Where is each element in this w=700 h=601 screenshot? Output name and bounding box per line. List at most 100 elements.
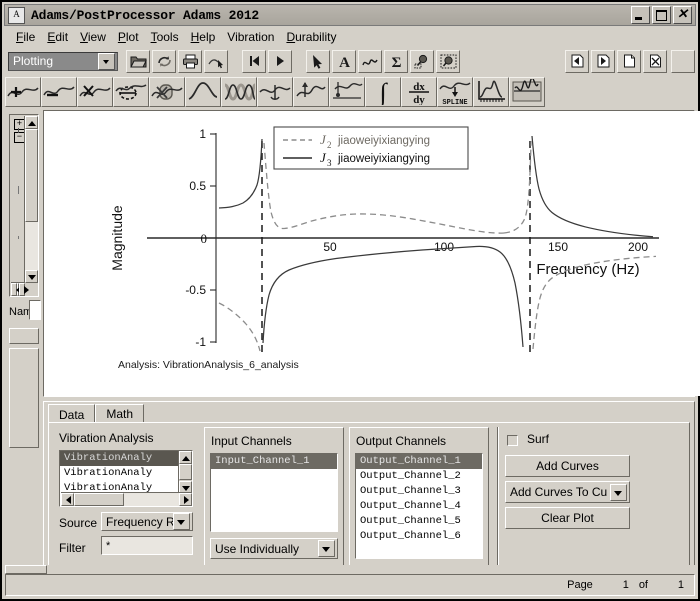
- minimize-button[interactable]: [631, 6, 650, 24]
- svg-text:dy: dy: [413, 94, 425, 105]
- va-horizontal-scrollbar[interactable]: [61, 492, 192, 506]
- filter-input[interactable]: *: [101, 536, 193, 555]
- legend-label-j2: jiaoweiyixiangying: [337, 135, 430, 147]
- curve-baseline-button[interactable]: [329, 77, 365, 107]
- spline-button[interactable]: SPLINE: [437, 77, 473, 107]
- list-item[interactable]: Output_Channel_1: [356, 454, 482, 469]
- list-item[interactable]: Input_Channel_1: [211, 454, 337, 469]
- chevron-down-icon[interactable]: [610, 483, 627, 501]
- input-channels-listbox[interactable]: Input_Channel_1: [210, 453, 338, 532]
- list-item[interactable]: Output_Channel_5: [356, 514, 482, 529]
- tree-vscroll-thumb[interactable]: [25, 129, 38, 222]
- maximize-button[interactable]: [652, 6, 671, 24]
- menu-tools[interactable]: Tools: [145, 28, 185, 46]
- source-dropdown-value: Frequency R: [106, 514, 173, 529]
- clear-plot-button[interactable]: Clear Plot: [505, 507, 630, 529]
- va-hscroll-thumb[interactable]: [74, 493, 124, 506]
- list-item[interactable]: Output_Channel_3: [356, 484, 482, 499]
- curve-anchor-button[interactable]: [257, 77, 293, 107]
- tab-math[interactable]: Math: [95, 404, 145, 422]
- scroll-right-icon[interactable]: [19, 283, 29, 296]
- fft-button[interactable]: [509, 77, 545, 107]
- derivative-button[interactable]: dx dy: [401, 77, 437, 107]
- scroll-up-icon[interactable]: [179, 451, 192, 464]
- list-item[interactable]: Output_Channel_6: [356, 529, 482, 544]
- curve-divide-button[interactable]: [113, 77, 149, 107]
- page-back-button[interactable]: [565, 49, 589, 73]
- pointer-button[interactable]: [306, 49, 330, 73]
- curve-add-button[interactable]: [5, 77, 41, 107]
- integral-button[interactable]: ∫: [365, 77, 401, 107]
- legend-label-j3: jiaoweiyixiangying: [337, 153, 430, 165]
- print-button[interactable]: [178, 49, 202, 73]
- menu-view[interactable]: View: [74, 28, 112, 46]
- menu-plot[interactable]: Plot: [112, 28, 145, 46]
- name-input[interactable]: [29, 300, 41, 320]
- list-item[interactable]: VibrationAnaly: [60, 466, 192, 481]
- curve-smooth-button[interactable]: [185, 77, 221, 107]
- chevron-down-icon[interactable]: [318, 540, 335, 557]
- va-vscroll-thumb[interactable]: [179, 464, 192, 480]
- menu-durability[interactable]: Durability: [280, 28, 342, 46]
- tree-properties-panel: [9, 348, 39, 448]
- curve-multiply-button[interactable]: [77, 77, 113, 107]
- svg-text:dx: dx: [413, 81, 425, 93]
- scroll-left-icon[interactable]: [61, 493, 74, 506]
- tree-apply-button[interactable]: [9, 328, 39, 344]
- analysis-caption: Analysis: VibrationAnalysis_6_analysis: [118, 359, 299, 371]
- delete-page-button[interactable]: [643, 49, 667, 73]
- add-curves-to-dropdown[interactable]: Add Curves To Cu: [505, 481, 630, 503]
- extra-page-button[interactable]: [671, 49, 695, 73]
- chevron-down-icon[interactable]: [173, 513, 190, 530]
- svg-text:0.5: 0.5: [189, 179, 206, 193]
- curve-envelope-button[interactable]: [221, 77, 257, 107]
- close-button[interactable]: ✕: [673, 6, 692, 24]
- curve-offset-button[interactable]: [293, 77, 329, 107]
- tab-data[interactable]: Data: [48, 404, 96, 424]
- zoom-box-button[interactable]: [436, 49, 460, 73]
- output-channels-listbox[interactable]: Output_Channel_1 Output_Channel_2 Output…: [355, 453, 483, 559]
- va-hscroll-track[interactable]: [124, 493, 179, 506]
- next-page-button[interactable]: [268, 49, 292, 73]
- menu-edit[interactable]: Edit: [41, 28, 74, 46]
- tree-vertical-scrollbar[interactable]: [24, 116, 38, 283]
- page-forward-button[interactable]: [591, 49, 615, 73]
- add-curves-to-value: Add Curves To Cu: [510, 485, 608, 499]
- histogram-button[interactable]: [473, 77, 509, 107]
- input-mode-dropdown[interactable]: Use Individually: [210, 538, 338, 559]
- zoom-point-button[interactable]: [410, 49, 434, 73]
- scroll-down-icon[interactable]: [25, 270, 38, 283]
- vibration-analysis-listbox[interactable]: VibrationAnaly VibrationAnaly VibrationA…: [59, 450, 193, 507]
- tree-vscroll-track[interactable]: [25, 222, 38, 270]
- tree-horizontal-scrollbar[interactable]: [11, 282, 29, 296]
- scroll-left-icon[interactable]: [11, 283, 21, 296]
- model-tree[interactable]: + −: [9, 114, 39, 297]
- first-page-button[interactable]: [242, 49, 266, 73]
- surf-checkbox[interactable]: [507, 435, 518, 446]
- scroll-right-icon[interactable]: [179, 493, 192, 506]
- new-page-button[interactable]: [617, 49, 641, 73]
- window-horizontal-scrollbar[interactable]: [5, 565, 695, 574]
- sigma-button[interactable]: Σ: [384, 49, 408, 73]
- window-hscroll-thumb[interactable]: [5, 565, 47, 574]
- menu-file[interactable]: File: [10, 28, 41, 46]
- va-vertical-scrollbar[interactable]: [178, 451, 192, 494]
- menu-help[interactable]: Help: [185, 28, 222, 46]
- list-item[interactable]: Output_Channel_2: [356, 469, 482, 484]
- chevron-down-icon[interactable]: [98, 52, 115, 70]
- list-item[interactable]: Output_Channel_4: [356, 499, 482, 514]
- text-tool-button[interactable]: A: [332, 49, 356, 73]
- list-item[interactable]: VibrationAnaly: [60, 451, 192, 466]
- scroll-up-icon[interactable]: [25, 116, 38, 129]
- add-curves-button[interactable]: Add Curves: [505, 455, 630, 477]
- curve-subtract-button[interactable]: [41, 77, 77, 107]
- reload-button[interactable]: [152, 49, 176, 73]
- mode-combobox[interactable]: Plotting: [8, 51, 118, 71]
- plot-canvas[interactable]: 1 0.5 0 -0.5 -1 Magnitude 50 100 150 200…: [43, 110, 700, 397]
- open-folder-button[interactable]: [126, 49, 150, 73]
- source-dropdown[interactable]: Frequency R: [101, 512, 193, 531]
- curve-modulo-button[interactable]: [149, 77, 185, 107]
- menu-vibration[interactable]: Vibration: [221, 28, 280, 46]
- curve-tool-button[interactable]: [358, 49, 382, 73]
- select-curve-button[interactable]: [204, 49, 228, 73]
